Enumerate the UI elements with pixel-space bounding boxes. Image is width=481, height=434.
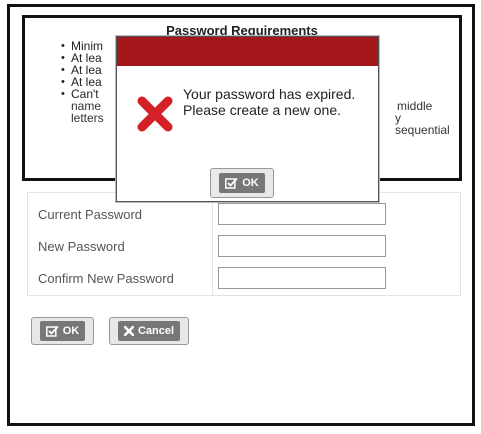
password-form: Current Password New Password Confirm Ne…: [27, 192, 461, 296]
dialog-ok-button[interactable]: OK: [210, 168, 274, 198]
close-icon: [123, 326, 134, 336]
requirement-continuation: letters: [71, 111, 104, 125]
requirement-fragment: middle: [397, 99, 433, 113]
ok-button[interactable]: OK: [31, 317, 94, 345]
dialog-header: [117, 37, 378, 66]
password-expired-dialog: Your password has expired. Please create…: [116, 36, 379, 202]
cancel-button[interactable]: Cancel: [109, 317, 189, 345]
ok-button-label: OK: [62, 325, 80, 337]
dialog-ok-button-face: OK: [219, 173, 265, 193]
error-x-icon: [137, 96, 173, 132]
current-password-row: Current Password: [28, 199, 460, 231]
current-password-input[interactable]: [218, 203, 386, 225]
dialog-message: Your password has expired. Please create…: [183, 86, 356, 118]
new-password-label: New Password: [38, 239, 125, 254]
dialog-ok-label: OK: [242, 177, 259, 189]
requirements-list: Minim At lea At lea At lea Can't: [61, 40, 103, 100]
new-password-row: New Password: [28, 231, 460, 263]
checkbox-check-icon: [225, 177, 238, 189]
current-password-label: Current Password: [38, 207, 143, 222]
confirm-password-label: Confirm New Password: [38, 271, 174, 286]
confirm-password-row: Confirm New Password: [28, 263, 460, 295]
cancel-button-face: Cancel: [117, 321, 181, 341]
requirement-fragment: y sequential: [395, 111, 450, 137]
new-password-input[interactable]: [218, 235, 386, 257]
cancel-button-label: Cancel: [137, 325, 175, 337]
confirm-password-input[interactable]: [218, 267, 386, 289]
checkbox-check-icon: [45, 325, 59, 337]
ok-button-face: OK: [39, 321, 86, 341]
